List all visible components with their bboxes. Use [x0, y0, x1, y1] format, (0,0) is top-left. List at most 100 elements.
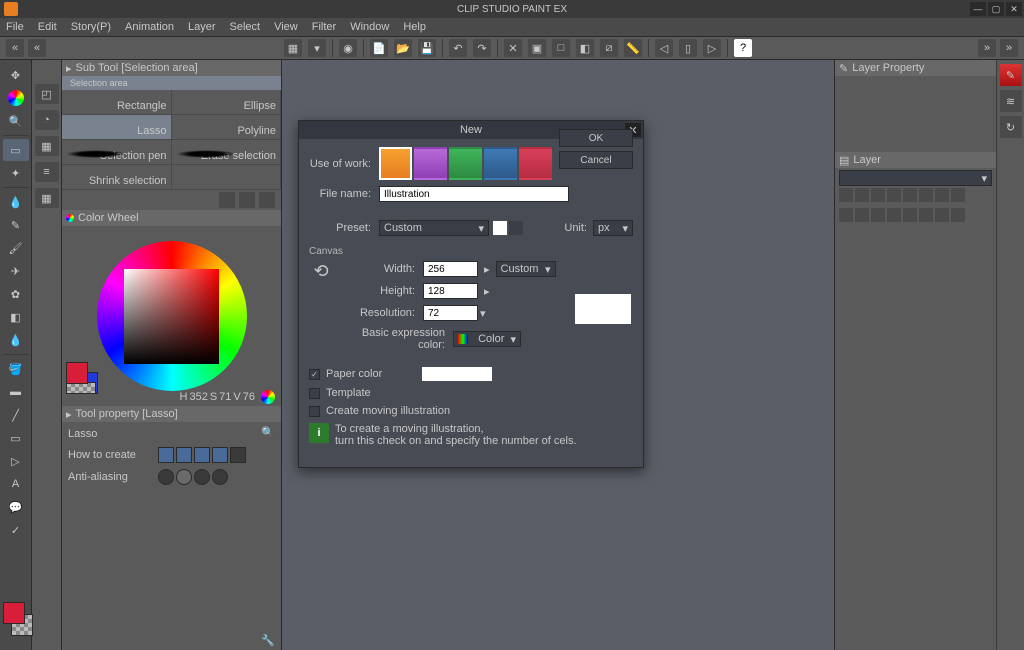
eraser-tool-icon[interactable]: ◧ — [3, 306, 29, 328]
layer-tool-icon[interactable] — [871, 188, 885, 202]
swirl-icon[interactable]: ◉ — [339, 39, 357, 57]
width-input[interactable] — [423, 261, 478, 277]
deselect-icon[interactable]: □ — [552, 39, 570, 57]
preset-save-icon[interactable] — [493, 221, 507, 235]
decoration-tool-icon[interactable]: ✿ — [3, 283, 29, 305]
gradient-tool-icon[interactable]: ▬ — [3, 381, 29, 403]
collapse-left2-icon[interactable]: « — [28, 39, 46, 57]
page-icon[interactable]: ▯ — [679, 39, 697, 57]
brushsize-icon[interactable]: ◔ — [35, 110, 59, 130]
file-name-input[interactable] — [379, 186, 569, 202]
size-preset-select[interactable]: Custom▾ — [496, 261, 556, 277]
paper-color-checkbox[interactable]: ✓ — [309, 369, 320, 380]
subtool-panel-header[interactable]: ▸Sub Tool [Selection area] — [62, 60, 281, 76]
toolprop-settings-icon[interactable]: 🔧 — [261, 634, 275, 648]
use-printing-icon[interactable] — [484, 147, 517, 180]
menu-animation[interactable]: Animation — [125, 21, 174, 33]
template-checkbox[interactable] — [309, 388, 320, 399]
layer-tool-icon[interactable] — [887, 208, 901, 222]
close-button[interactable]: ✕ — [1006, 2, 1022, 16]
palette-icon[interactable]: ▦ — [35, 188, 59, 208]
selection-tool-icon[interactable]: ▭ — [3, 139, 29, 161]
menu-window[interactable]: Window — [350, 21, 389, 33]
brush-tool-icon[interactable]: 🖌 — [3, 237, 29, 259]
use-book-icon[interactable] — [449, 147, 482, 180]
color-wheel[interactable]: H352 S71 V76 — [62, 226, 281, 406]
basic-color-select[interactable]: Color▾ — [453, 331, 521, 347]
menu-layer[interactable]: Layer — [188, 21, 216, 33]
layerprop-panel-header[interactable]: ✎Layer Property — [835, 60, 996, 76]
height-input[interactable] — [423, 283, 478, 299]
fill-tool-icon[interactable]: 🪣 — [3, 358, 29, 380]
subtool-lasso[interactable]: Lasso — [62, 115, 172, 139]
toolprop-wrench-icon[interactable]: 🔍 — [261, 426, 275, 439]
undo-icon[interactable]: ↶ — [449, 39, 467, 57]
cancel-button[interactable]: Cancel — [559, 151, 633, 169]
use-comic-icon[interactable] — [414, 147, 447, 180]
height-arrow-icon[interactable]: ▸ — [484, 285, 490, 298]
balloon-tool-icon[interactable]: 💬 — [3, 496, 29, 518]
collapse-right2-icon[interactable]: » — [1000, 39, 1018, 57]
shape-tool-icon[interactable]: ▷ — [3, 450, 29, 472]
layer-tool-icon[interactable] — [839, 188, 853, 202]
zoom-tool-icon[interactable]: 🔍 — [3, 110, 29, 132]
antialiasing-options[interactable] — [158, 469, 228, 485]
subtool-tab[interactable]: Selection area — [62, 76, 281, 90]
redo-icon[interactable]: ↷ — [473, 39, 491, 57]
save-icon[interactable]: 💾 — [418, 39, 436, 57]
subtool-selection-pen[interactable]: Selection pen — [62, 140, 172, 164]
subtool-polyline[interactable]: Polyline — [172, 115, 282, 139]
airbrush-tool-icon[interactable]: ✈ — [3, 260, 29, 282]
text-tool-icon[interactable]: A — [3, 473, 29, 495]
next-page-icon[interactable]: ▷ — [703, 39, 721, 57]
layer-tool-icon[interactable] — [855, 188, 869, 202]
moving-illustration-checkbox[interactable] — [309, 406, 320, 417]
subtool-delete-icon[interactable] — [259, 192, 275, 208]
swatch-palette-icon[interactable]: ▦ — [35, 136, 59, 156]
collapse-right-icon[interactable]: » — [978, 39, 996, 57]
line-tool-icon[interactable]: ╱ — [3, 404, 29, 426]
menu-edit[interactable]: Edit — [38, 21, 57, 33]
orientation-icon[interactable]: ⟲ — [313, 261, 328, 282]
blend-tool-icon[interactable]: 💧 — [3, 329, 29, 351]
menu-story[interactable]: Story(P) — [71, 21, 111, 33]
layer-tool-icon[interactable] — [951, 208, 965, 222]
move-tool-icon[interactable]: ✥ — [3, 64, 29, 86]
unit-select[interactable]: px▾ — [593, 220, 633, 236]
delete-icon[interactable]: ✕ — [504, 39, 522, 57]
layer-tool-icon[interactable] — [935, 208, 949, 222]
ruler-icon[interactable]: 📏 — [624, 39, 642, 57]
help-icon[interactable]: ? — [734, 39, 752, 57]
layer-tool-icon[interactable] — [903, 188, 917, 202]
layer-tool-icon[interactable] — [855, 208, 869, 222]
select-all-icon[interactable]: ▣ — [528, 39, 546, 57]
history-tab-icon[interactable]: ↻ — [1000, 116, 1022, 138]
menu-help[interactable]: Help — [403, 21, 426, 33]
navigator-tab-icon[interactable]: ≋ — [1000, 90, 1022, 112]
use-illustration-icon[interactable] — [379, 147, 412, 180]
menu-file[interactable]: File — [6, 21, 24, 33]
how-to-create-options[interactable] — [158, 447, 246, 463]
subview-icon[interactable]: ◰ — [35, 84, 59, 104]
layer-tool-icon[interactable] — [935, 188, 949, 202]
wand-tool-icon[interactable]: ✦ — [3, 162, 29, 184]
layer-tool-icon[interactable] — [887, 188, 901, 202]
eyedropper-tool-icon[interactable]: 💧 — [3, 191, 29, 213]
use-animation-icon[interactable] — [519, 147, 552, 180]
collapse-left-icon[interactable]: « — [6, 39, 24, 57]
preset-delete-icon[interactable] — [509, 221, 523, 235]
grid-icon[interactable]: ▦ — [284, 39, 302, 57]
preset-select[interactable]: Custom▾ — [379, 220, 489, 236]
resolution-input[interactable] — [423, 305, 478, 321]
layer-tool-icon[interactable] — [839, 208, 853, 222]
menu-select[interactable]: Select — [230, 21, 261, 33]
quickaccess-tab-icon[interactable]: ✎ — [1000, 64, 1022, 86]
prev-page-icon[interactable]: ◁ — [655, 39, 673, 57]
subtool-menu-icon[interactable] — [219, 192, 235, 208]
colorwheel-panel-header[interactable]: Color Wheel — [62, 210, 281, 226]
subtool-add-icon[interactable] — [239, 192, 255, 208]
layer-tool-icon[interactable] — [919, 188, 933, 202]
subtool-erase-selection[interactable]: Erase selection — [172, 140, 282, 164]
resolution-dropdown-icon[interactable]: ▾ — [480, 307, 486, 320]
layer-tool-icon[interactable] — [951, 188, 965, 202]
